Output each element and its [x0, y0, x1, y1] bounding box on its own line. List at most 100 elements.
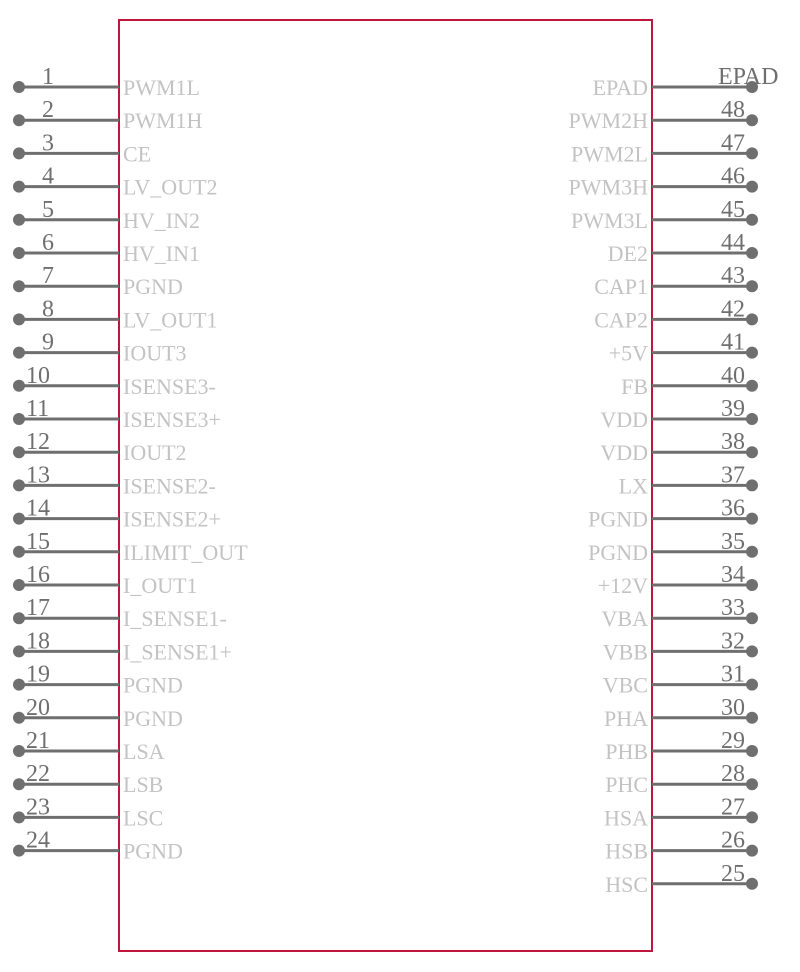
pin-left: 21 LSA	[13, 728, 165, 764]
pin-right: 30 PHA	[604, 695, 758, 731]
pin-name: ILIMIT_OUT	[123, 540, 248, 565]
pin-name: FB	[621, 374, 648, 399]
pin-left: 24 PGND	[13, 828, 183, 864]
pin-number: 48	[721, 97, 745, 123]
pin-name: PHB	[605, 739, 648, 764]
pin-left: 19 PGND	[13, 662, 183, 698]
pin-name: PGND	[588, 507, 648, 532]
pin-number: 7	[42, 263, 54, 289]
pin-number: 26	[721, 828, 745, 854]
pin-terminal-dot	[13, 778, 25, 791]
pin-number: 5	[42, 197, 54, 223]
pin-terminal-dot	[746, 213, 758, 226]
pin-terminal-dot	[746, 114, 758, 127]
pin-number: 27	[721, 794, 745, 820]
pin-name: VBA	[602, 606, 649, 631]
pin-number: 25	[721, 861, 745, 887]
pin-number: 4	[42, 164, 54, 190]
pin-number: 17	[26, 595, 50, 621]
pin-number: 1	[42, 64, 54, 90]
pin-number: 3	[42, 130, 54, 156]
pin-name: PGND	[123, 706, 183, 731]
pin-name: LV_OUT2	[123, 175, 218, 200]
pin-terminal-dot	[746, 678, 758, 691]
pin-name: LX	[619, 473, 648, 498]
pin-number: 37	[721, 462, 745, 488]
pin-left: 1 PWM1L	[13, 64, 200, 100]
pin-right: 36 PGND	[588, 496, 758, 532]
pin-right: 25 HSC	[605, 861, 758, 897]
pin-terminal-dot	[13, 645, 25, 658]
pin-name: HV_IN2	[123, 208, 200, 233]
pin-right: EPAD EPAD	[593, 64, 779, 100]
pin-right: 41 +5V	[609, 330, 758, 366]
pin-left: 2 PWM1H	[13, 97, 203, 133]
pin-name: VDD	[600, 407, 648, 432]
pin-name: IOUT2	[123, 440, 187, 465]
pin-name: VDD	[600, 440, 648, 465]
pin-terminal-dot	[746, 711, 758, 724]
pin-terminal-dot	[746, 346, 758, 359]
pin-name: ISENSE3+	[123, 407, 221, 432]
pin-name: ISENSE2-	[123, 473, 216, 498]
pin-number: 18	[26, 628, 50, 654]
pin-terminal-dot	[746, 811, 758, 824]
pin-terminal-dot	[746, 579, 758, 591]
pin-number: 36	[721, 496, 745, 522]
pin-terminal-dot	[13, 745, 25, 757]
pin-right: 48 PWM2H	[569, 97, 758, 133]
pin-number: 45	[721, 197, 745, 223]
pin-name: PGND	[123, 839, 183, 864]
pin-name: PWM2L	[571, 141, 648, 166]
left-pin-group: 1 PWM1L 2 PWM1H 3 CE 4 LV_OUT2 5 HV_IN2 6 HV_IN1 7 PG…	[13, 64, 248, 864]
pin-name: DE2	[608, 241, 648, 266]
pin-terminal-dot	[746, 479, 758, 492]
pin-number: 40	[721, 363, 745, 389]
pin-right: 29 PHB	[605, 728, 758, 764]
pin-number: 41	[721, 330, 745, 356]
pin-terminal-dot	[746, 512, 758, 525]
pin-terminal-dot	[746, 844, 758, 857]
pin-name: I_SENSE1+	[123, 639, 232, 664]
pin-number: 2	[42, 97, 54, 123]
pin-terminal-dot	[746, 247, 758, 259]
pin-number: 21	[26, 728, 50, 754]
pin-name: PGND	[588, 540, 648, 565]
pin-terminal-dot	[13, 811, 25, 824]
pin-terminal-dot	[13, 446, 25, 459]
pin-left: 20 PGND	[13, 695, 183, 731]
pin-right: 34 +12V	[598, 562, 758, 598]
pin-name: PWM3L	[571, 208, 648, 233]
pin-number: 23	[26, 794, 50, 820]
pin-terminal-dot	[13, 479, 25, 492]
pin-left: 13 ISENSE2-	[13, 462, 216, 498]
pin-number: 34	[721, 562, 745, 588]
pin-number: 31	[721, 662, 745, 688]
pin-right: 33 VBA	[602, 595, 758, 631]
pin-terminal-dot	[13, 512, 25, 525]
pin-name: CAP2	[594, 307, 648, 332]
pin-number: 6	[42, 230, 54, 256]
schematic-symbol: 1 PWM1L 2 PWM1H 3 CE 4 LV_OUT2 5 HV_IN2 6 HV_IN1 7 PG…	[13, 19, 779, 952]
pin-left: 23 LSC	[13, 794, 163, 830]
pin-terminal-dot	[13, 413, 25, 425]
pin-number: 28	[721, 761, 745, 787]
pin-name: LSB	[123, 772, 163, 797]
pin-number: 38	[721, 429, 745, 455]
pin-left: 7 PGND	[13, 263, 183, 299]
pin-name: I_SENSE1-	[123, 606, 227, 631]
pin-terminal-dot	[13, 114, 25, 127]
pin-name: PWM1L	[123, 75, 200, 100]
pin-right: 35 PGND	[588, 529, 758, 565]
pin-name: PHC	[605, 772, 648, 797]
pin-terminal-dot	[746, 313, 758, 326]
pin-terminal-dot	[746, 413, 758, 425]
pin-terminal-dot	[746, 745, 758, 757]
pin-right: 38 VDD	[600, 429, 758, 465]
pin-terminal-dot	[13, 545, 25, 558]
pin-terminal-dot	[746, 147, 758, 160]
pin-terminal-dot	[746, 280, 758, 293]
pin-left: 10 ISENSE3-	[13, 363, 216, 399]
pin-number: 42	[721, 296, 745, 322]
pin-name: HV_IN1	[123, 241, 200, 266]
